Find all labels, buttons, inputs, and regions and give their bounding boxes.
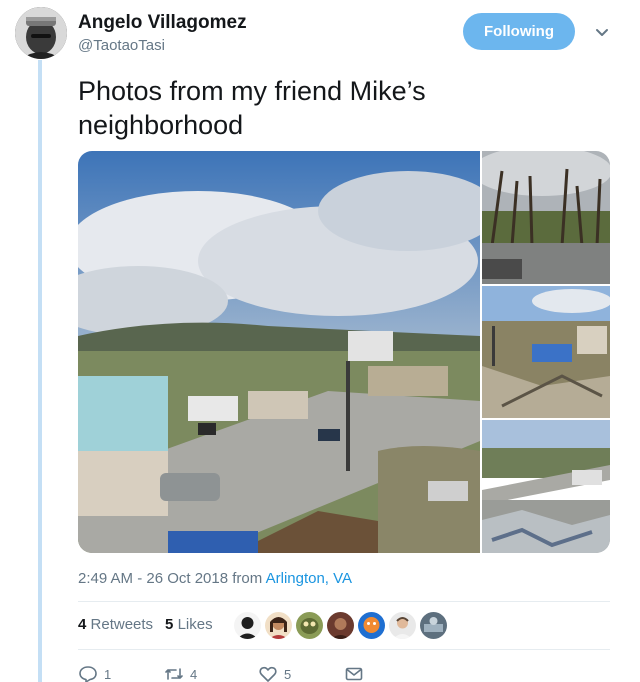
retweets-count: 4 — [78, 616, 87, 633]
stats-divider-top — [78, 601, 610, 602]
liker-avatar[interactable] — [265, 612, 292, 639]
retweet-icon — [165, 668, 183, 680]
liker-avatar[interactable] — [234, 612, 261, 639]
tweet-timestamp[interactable]: 2:49 AM - 26 Oct 2018 — [78, 570, 228, 587]
direct-message-button[interactable] — [344, 664, 364, 682]
liker-avatar[interactable] — [420, 612, 447, 639]
tweet-timestamp-line: 2:49 AM - 26 Oct 2018 from Arlington, VA — [78, 570, 352, 587]
tweet-actions: 1 4 5 — [78, 664, 364, 682]
reply-icon — [79, 666, 97, 682]
tweet-stats: 4 Retweets 5 Likes — [78, 616, 213, 633]
reply-button[interactable]: 1 — [78, 664, 164, 682]
photo-main[interactable] — [78, 151, 480, 553]
author-handle[interactable]: @TaotaoTasi — [78, 37, 165, 54]
retweets-stat[interactable]: 4 Retweets — [78, 616, 153, 633]
liker-avatar[interactable] — [358, 612, 385, 639]
photo-bottom-right[interactable] — [482, 420, 610, 553]
tweet-text: Photos from my friend Mike’s neighborhoo… — [78, 76, 426, 140]
liker-avatar[interactable] — [296, 612, 323, 639]
actions-divider — [78, 649, 610, 650]
like-button[interactable]: 5 — [258, 664, 344, 682]
thread-connector-line — [38, 60, 42, 682]
retweet-count: 4 — [190, 666, 198, 682]
chevron-down-icon[interactable] — [594, 24, 610, 40]
from-label: from — [228, 570, 266, 587]
like-count: 5 — [284, 666, 292, 682]
photo-top-right[interactable] — [482, 151, 610, 284]
envelope-icon — [345, 667, 363, 681]
liker-avatars — [234, 612, 447, 639]
liker-avatar[interactable] — [327, 612, 354, 639]
likes-count: 5 — [165, 616, 174, 633]
tweet-location-link[interactable]: Arlington, VA — [266, 570, 352, 587]
author-avatar[interactable] — [15, 7, 67, 59]
likes-stat[interactable]: 5 Likes — [165, 616, 213, 633]
photo-middle-right[interactable] — [482, 286, 610, 418]
reply-count: 1 — [104, 666, 112, 682]
liker-avatar[interactable] — [389, 612, 416, 639]
photo-grid — [78, 151, 610, 553]
retweets-label: Retweets — [90, 616, 154, 633]
likes-label: Likes — [177, 616, 213, 633]
author-name[interactable]: Angelo Villagomez — [78, 12, 247, 34]
following-button[interactable]: Following — [463, 13, 575, 50]
retweet-button[interactable]: 4 — [164, 664, 258, 682]
heart-icon — [259, 666, 277, 682]
